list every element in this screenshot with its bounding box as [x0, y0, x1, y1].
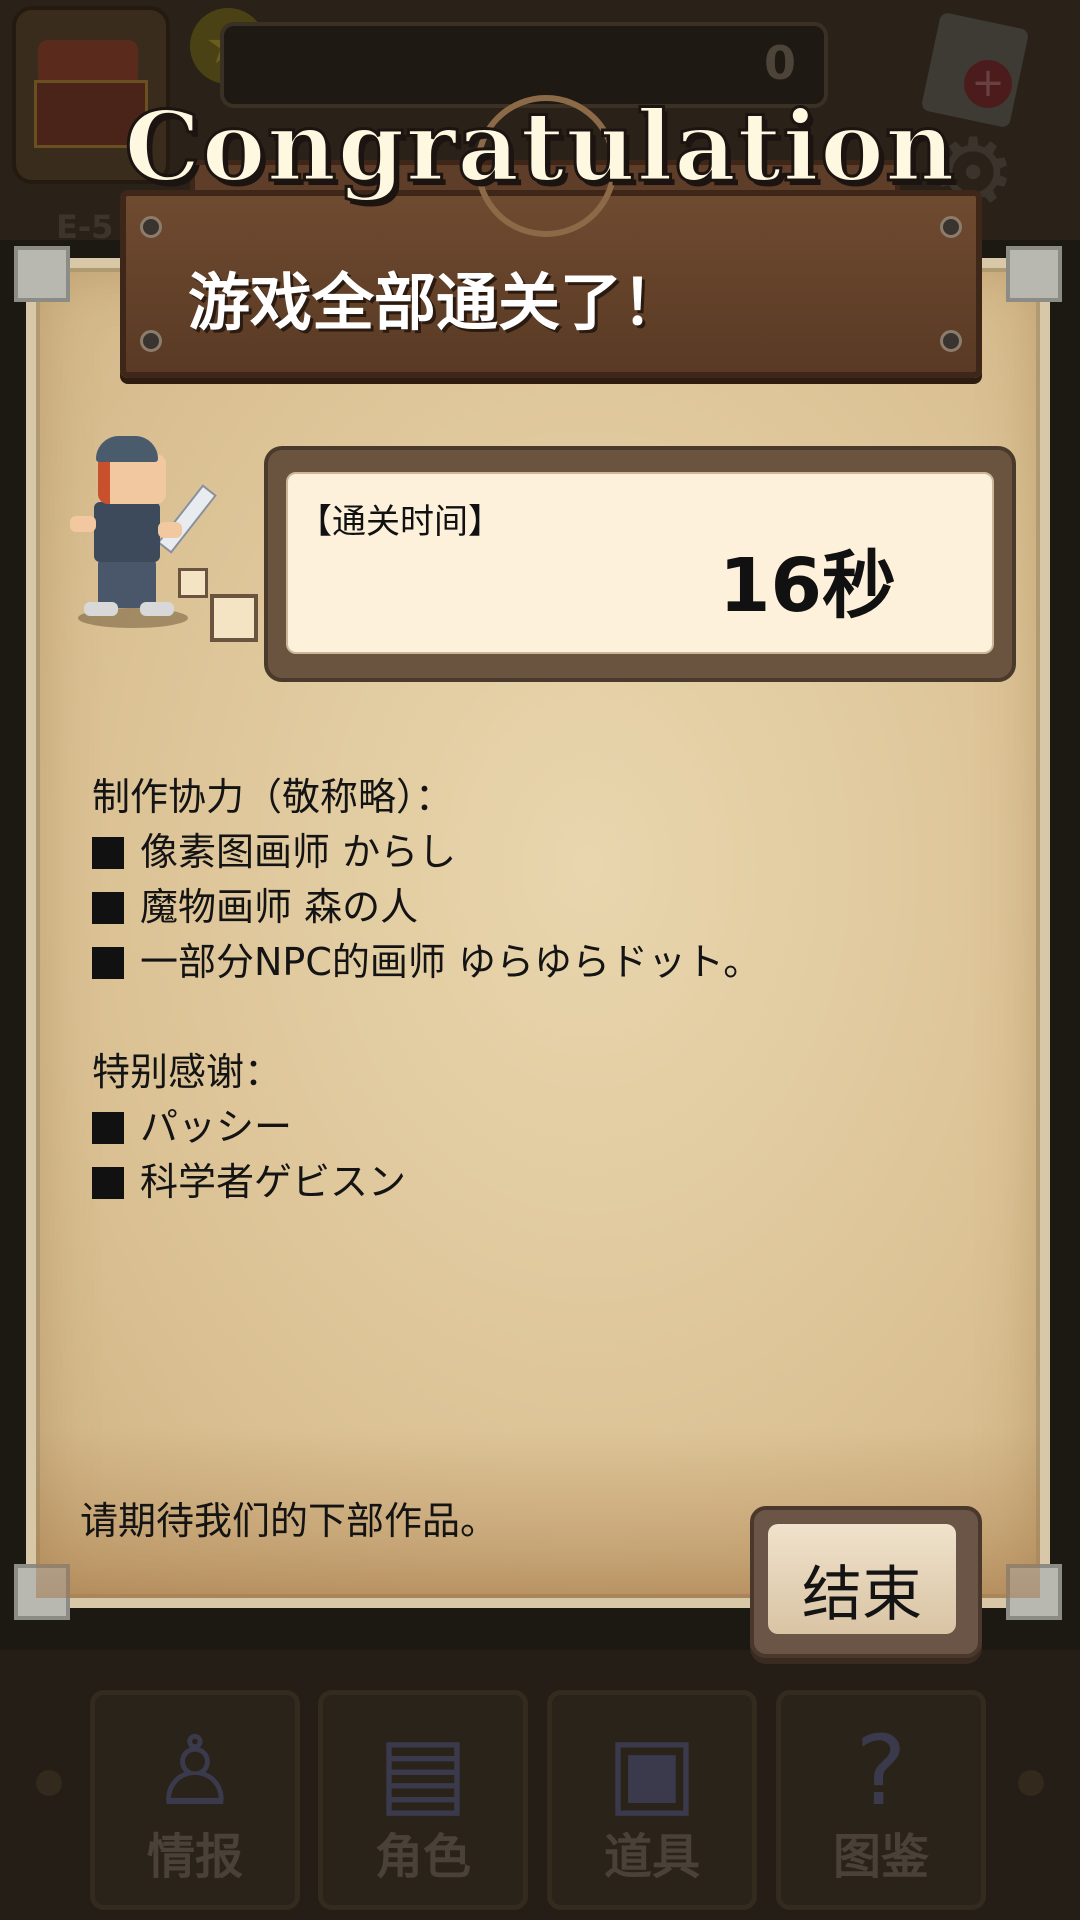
- credits-list: 制作协力（敬称略）： 像素图画师 からし 魔物画师 森の人 一部分NPC的画师 …: [92, 770, 992, 1210]
- nav-label: 图鉴: [832, 1829, 929, 1885]
- hero-legs: [98, 560, 156, 608]
- corner-bracket: [14, 246, 70, 302]
- credit-text: 魔物画师 森の人: [140, 885, 419, 929]
- credit-item: 像素图画师 からし: [92, 825, 992, 880]
- rivet: [140, 330, 162, 352]
- end-button[interactable]: 结束: [750, 1506, 982, 1658]
- thanks-heading: 特别感谢：: [92, 1050, 283, 1094]
- thanks-item: 科学者ゲビスン: [92, 1155, 992, 1210]
- end-button-label: 结束: [802, 1560, 922, 1630]
- hero-body: [94, 502, 160, 562]
- nav-character-button[interactable]: ▤ 角色: [318, 1690, 528, 1910]
- credits-heading: 制作协力（敬称略）：: [92, 775, 454, 819]
- nav-items-button[interactable]: ▣ 道具: [547, 1690, 757, 1910]
- banner-title: Congratulation: [123, 89, 957, 205]
- nav-rivet: [1018, 1770, 1044, 1796]
- nav-label: 情报: [146, 1829, 243, 1885]
- thanks-text: パッシー: [140, 1105, 293, 1149]
- credit-item: 魔物画师 森の人: [92, 880, 992, 935]
- hero-boot: [84, 602, 118, 616]
- credit-text: 一部分NPC的画师 ゆらゆらドット。: [140, 940, 762, 984]
- clear-message: 游戏全部通关了！: [188, 266, 685, 339]
- corner-bracket: [1006, 246, 1062, 302]
- bullet-square-icon: [92, 947, 124, 979]
- hero-boot: [140, 602, 174, 616]
- nav-label: 角色: [374, 1829, 471, 1885]
- rivet: [940, 216, 962, 238]
- clear-time-panel: 【通关时间】 16秒: [264, 446, 1016, 682]
- book-icon: ▤: [377, 1715, 469, 1827]
- rivet: [140, 216, 162, 238]
- nav-encyclopedia-button[interactable]: ? 图鉴: [776, 1690, 986, 1910]
- nav-rivet: [36, 1770, 62, 1796]
- clear-time-box: 【通关时间】 16秒: [286, 472, 994, 654]
- question-book-icon: ?: [855, 1715, 907, 1827]
- credit-text: 像素图画师 からし: [140, 830, 457, 874]
- nav-info-button[interactable]: ♙ 情报: [90, 1690, 300, 1910]
- person-icon: ♙: [151, 1715, 239, 1827]
- speech-bubble-dot: [210, 594, 258, 642]
- bullet-square-icon: [92, 1112, 124, 1144]
- chest-icon: ▣: [606, 1715, 698, 1827]
- hero-arm: [70, 516, 96, 532]
- credit-item: 一部分NPC的画师 ゆらゆらドット。: [92, 935, 992, 990]
- bullet-square-icon: [92, 1167, 124, 1199]
- hero-bandana: [96, 436, 158, 462]
- chest-lid: [38, 40, 138, 80]
- bullet-square-icon: [92, 837, 124, 869]
- score-value: 0: [763, 36, 796, 90]
- bullet-square-icon: [92, 892, 124, 924]
- thanks-item: パッシー: [92, 1100, 992, 1155]
- rivet: [940, 330, 962, 352]
- hero-sprite: [60, 430, 230, 630]
- clear-time-value: 16秒: [719, 543, 896, 629]
- clear-time-label: 【通关时间】: [298, 502, 502, 542]
- thanks-text: 科学者ゲビスン: [140, 1160, 407, 1204]
- closing-message: 请期待我们的下部作品。: [80, 1499, 499, 1543]
- end-button-face: 结束: [768, 1524, 956, 1634]
- hero-arm: [158, 522, 182, 538]
- speech-bubble-dot: [178, 568, 208, 598]
- sword-icon: [157, 484, 217, 554]
- floor-label: E-5: [56, 208, 114, 246]
- nav-label: 道具: [603, 1829, 700, 1885]
